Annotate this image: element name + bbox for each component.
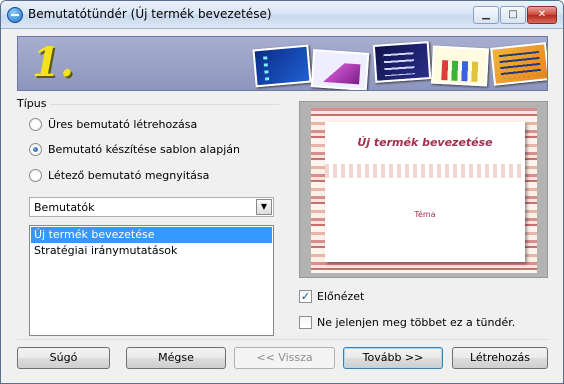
help-button[interactable]: Súgó <box>17 347 110 369</box>
preview-frame: Új termék bevezetése Téma <box>299 101 548 278</box>
radio-button[interactable] <box>29 117 42 131</box>
type-group-label: Típus <box>17 97 51 110</box>
slide-title: Új termék bevezetése <box>357 136 493 149</box>
wizard-window: Bemutatótündér (Új termék bevezetése) ▁ … <box>0 0 564 384</box>
footer-separator <box>17 339 548 340</box>
template-list[interactable]: Új termék bevezetése Stratégiai iránymut… <box>29 225 274 336</box>
maximize-button[interactable]: □ <box>500 6 526 24</box>
slide-thumbnail-icon <box>310 49 370 90</box>
cancel-button[interactable]: Mégse <box>126 347 226 369</box>
slide-thumbnail-icon <box>252 44 312 88</box>
minimize-button[interactable]: ▁ <box>473 6 499 24</box>
chevron-down-icon[interactable]: ▼ <box>256 199 272 215</box>
chart-thumbnail-icon <box>431 45 489 87</box>
radio-from-template[interactable]: Bemutató készítése sablon alapján <box>29 141 240 157</box>
slide-thumbnail-icon <box>490 42 547 86</box>
slide-thumbnail-icon <box>372 41 432 83</box>
dont-show-checkbox-row[interactable]: Ne jelenjen meg többet ez a tündér. <box>299 314 515 330</box>
list-item[interactable]: Új termék bevezetése <box>31 227 272 243</box>
preview-checkbox[interactable]: ✓ <box>299 289 312 303</box>
radio-button[interactable] <box>29 168 42 182</box>
dont-show-checkbox[interactable] <box>299 315 312 329</box>
preview-checkbox-row[interactable]: ✓ Előnézet <box>299 288 364 304</box>
checkbox-label: Előnézet <box>317 289 365 303</box>
radio-empty-presentation[interactable]: Üres bemutató létrehozása <box>29 116 197 132</box>
dropdown-value: Bemutatók <box>34 201 95 214</box>
radio-label: Bemutató készítése sablon alapján <box>48 142 240 156</box>
create-button[interactable]: Létrehozás <box>452 347 548 369</box>
radio-label: Üres bemutató létrehozása <box>48 117 198 131</box>
radio-button-checked[interactable] <box>29 142 42 156</box>
wizard-banner: 1. <box>17 36 548 91</box>
close-button[interactable]: ✕ <box>527 6 557 24</box>
group-divider <box>47 104 279 105</box>
slide-subtitle: Téma <box>414 210 436 219</box>
title-bar[interactable]: Bemutatótündér (Új termék bevezetése) ▁ … <box>1 1 563 29</box>
preview-slide: Új termék bevezetése Téma <box>311 108 537 273</box>
list-item[interactable]: Stratégiai iránymutatások <box>31 243 272 259</box>
radio-open-existing[interactable]: Létező bemutató megnyitása <box>29 167 209 183</box>
checkbox-label: Ne jelenjen meg többet ez a tündér. <box>317 315 516 329</box>
slide-card: Új termék bevezetése Téma <box>325 122 525 262</box>
category-dropdown[interactable]: Bemutatók ▼ <box>29 197 274 217</box>
next-button[interactable]: Tovább >> <box>343 347 443 369</box>
window-title: Bemutatótündér (Új termék bevezetése) <box>28 7 272 21</box>
app-icon <box>7 7 23 23</box>
step-number: 1. <box>32 39 74 86</box>
slide-decoration <box>325 164 525 178</box>
back-button[interactable]: << Vissza <box>234 347 335 369</box>
radio-label: Létező bemutató megnyitása <box>48 168 210 182</box>
